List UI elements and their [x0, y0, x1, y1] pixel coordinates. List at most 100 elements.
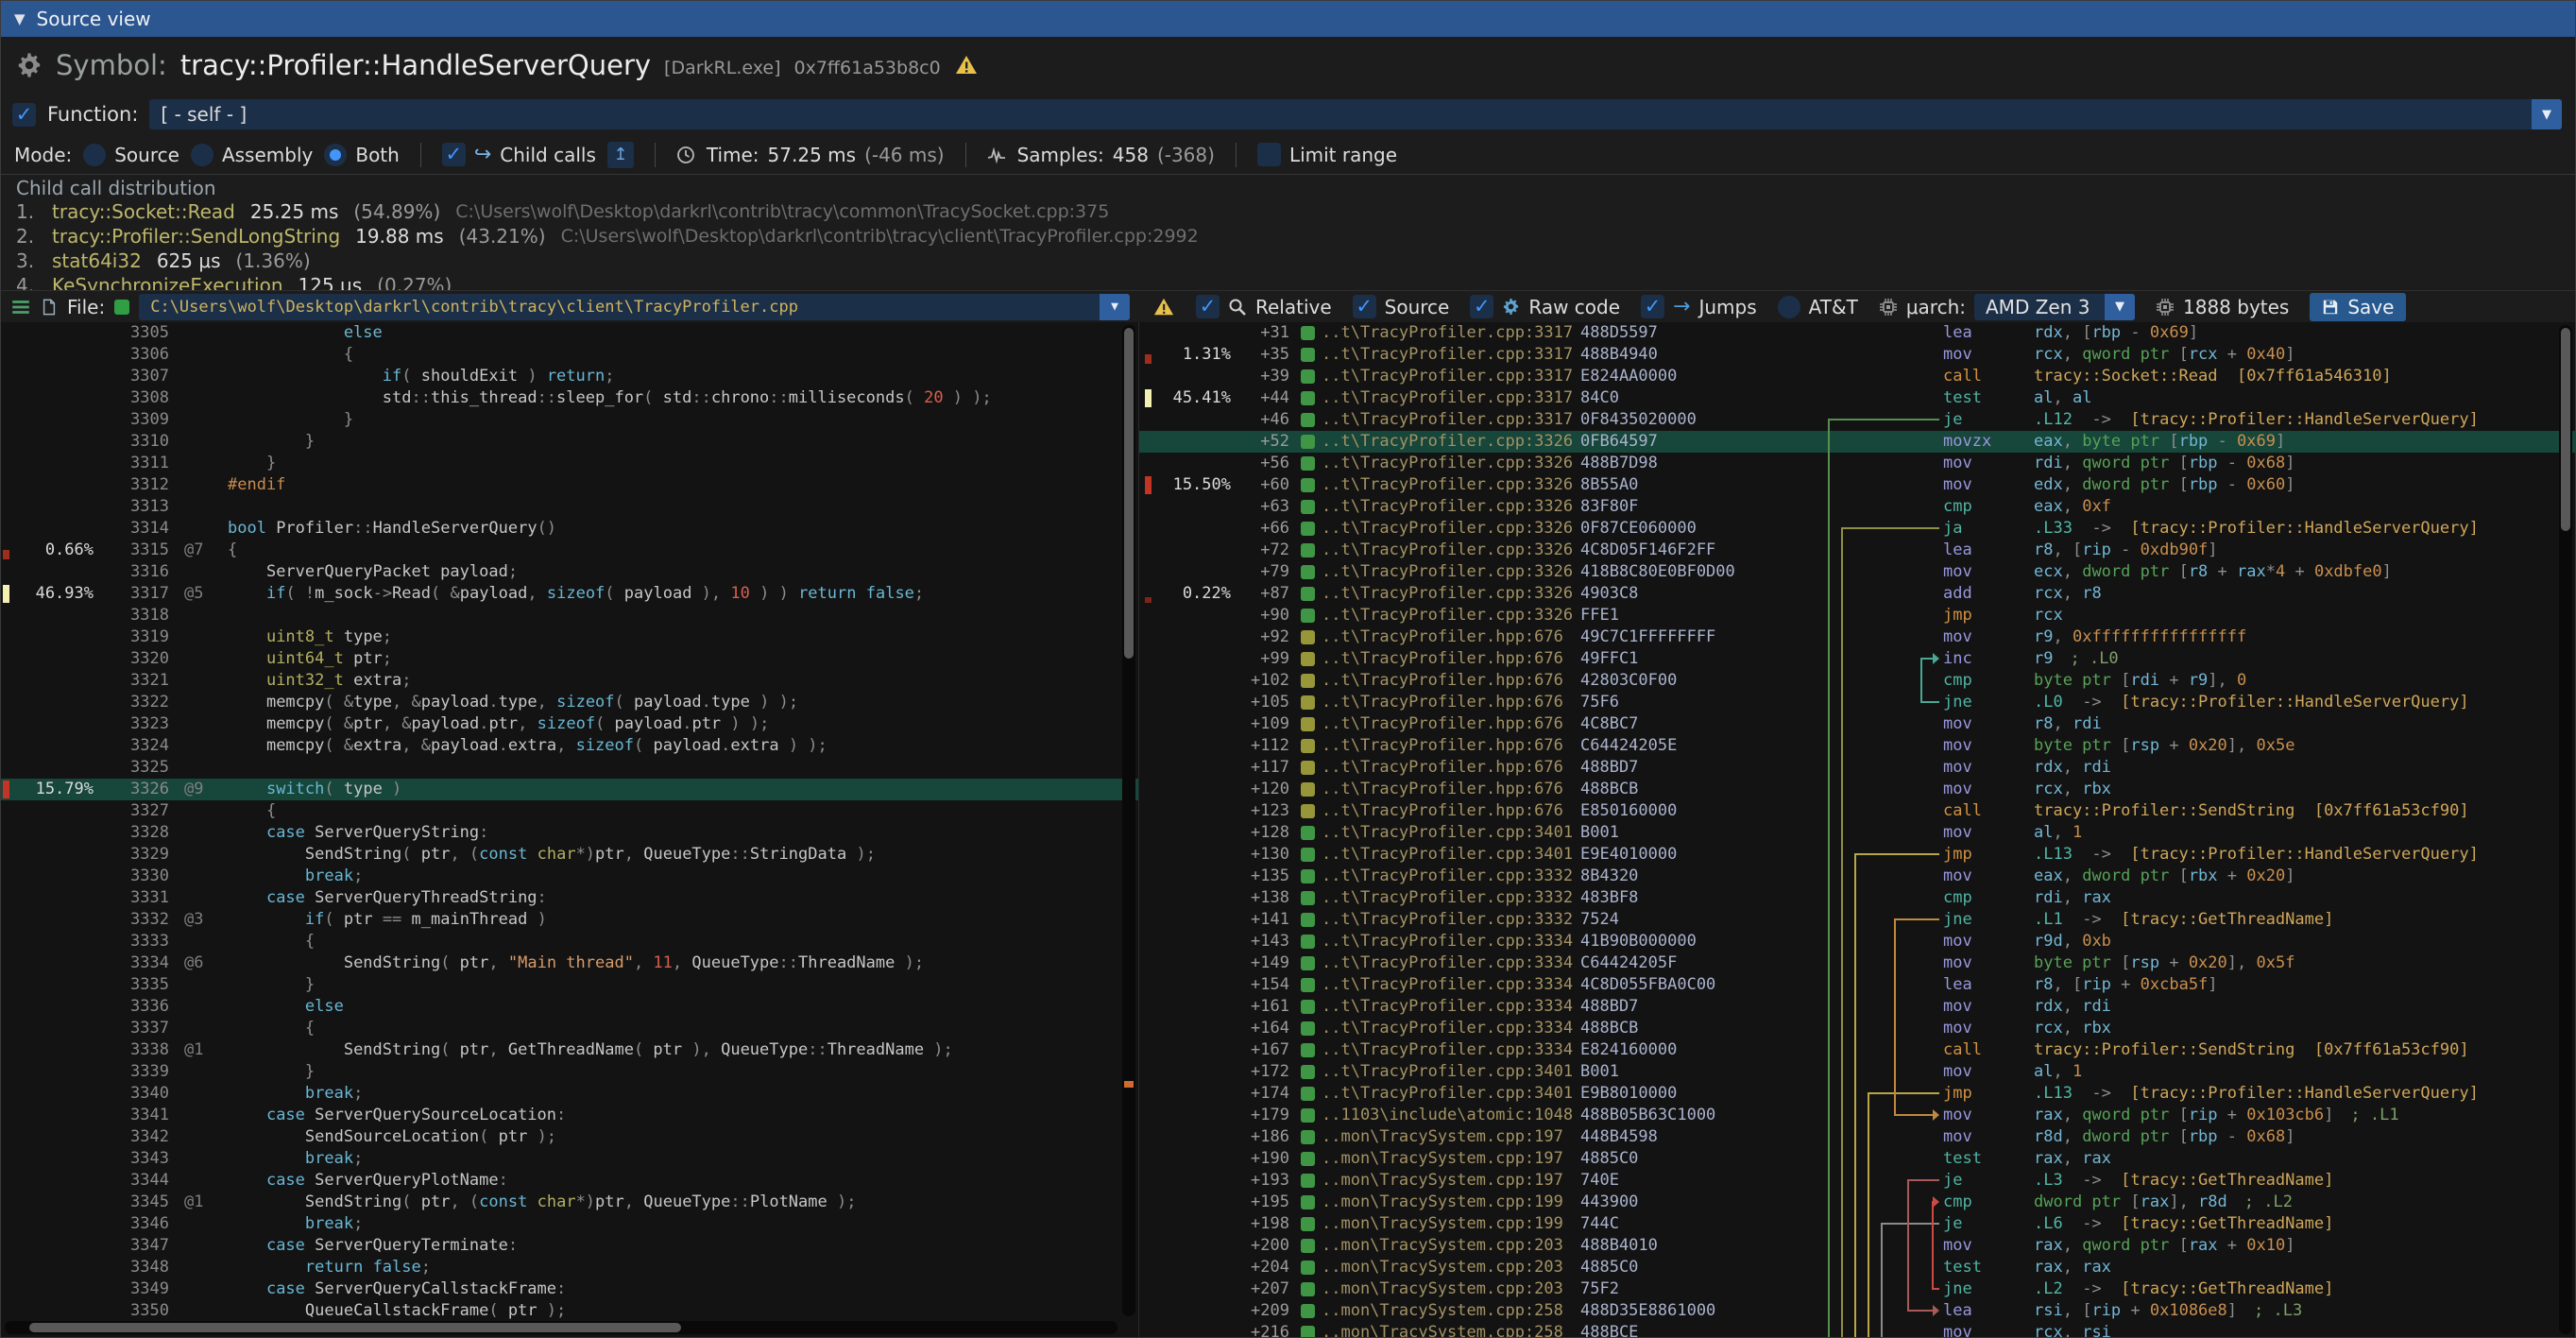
asm-srcloc[interactable]: ..t\TracyProfiler.hpp:676: [1301, 626, 1580, 648]
source-line[interactable]: 3335 }: [1, 974, 1138, 996]
asm-row[interactable]: +195..mon\TracySystem.cpp:199443900cmpdw…: [1139, 1192, 2575, 1213]
file-path-combo[interactable]: C:\Users\wolf\Desktop\darkrl\contrib\tra…: [139, 294, 1130, 320]
asm-srcloc[interactable]: ..t\TracyProfiler.hpp:676: [1301, 692, 1580, 713]
source-line[interactable]: 3329 SendString( ptr, (const char*)ptr, …: [1, 844, 1138, 866]
chevron-down-icon[interactable]: ▼: [1100, 294, 1130, 320]
child-call-name[interactable]: stat64i32: [52, 249, 142, 273]
source-line[interactable]: 3311 }: [1, 453, 1138, 474]
source-line[interactable]: 3319 uint8_t type;: [1, 626, 1138, 648]
jumps-checkbox[interactable]: ✓: [1641, 295, 1664, 318]
asm-row[interactable]: +207..mon\TracySystem.cpp:20375F2jne.L2 …: [1139, 1278, 2575, 1300]
asm-row[interactable]: +63..t\TracyProfiler.cpp:332683F80Fcmpea…: [1139, 496, 2575, 518]
source-line[interactable]: 3340 break;: [1, 1083, 1138, 1105]
source-line[interactable]: 3327 {: [1, 800, 1138, 822]
radio-both[interactable]: Both: [324, 144, 399, 166]
asm-row[interactable]: +123..t\TracyProfiler.hpp:676E850160000c…: [1139, 800, 2575, 822]
asm-srcloc[interactable]: ..mon\TracySystem.cpp:203: [1301, 1235, 1580, 1257]
function-checkbox[interactable]: ✓: [12, 103, 36, 127]
source-line[interactable]: 3309 }: [1, 409, 1138, 431]
source-line[interactable]: 3339 }: [1, 1061, 1138, 1083]
asm-srcloc[interactable]: ..mon\TracySystem.cpp:199: [1301, 1213, 1580, 1235]
source-line[interactable]: 3310 }: [1, 431, 1138, 453]
asm-row[interactable]: +149..t\TracyProfiler.cpp:3334C64424205F…: [1139, 952, 2575, 974]
att-toggle[interactable]: AT&T: [1778, 296, 1858, 318]
asm-srcloc[interactable]: ..t\TracyProfiler.cpp:3317: [1301, 387, 1580, 409]
asm-srcloc[interactable]: ..t\TracyProfiler.cpp:3317: [1301, 409, 1580, 431]
asm-srcloc[interactable]: ..t\TracyProfiler.hpp:676: [1301, 779, 1580, 800]
asm-row[interactable]: +128..t\TracyProfiler.cpp:3401B001moval,…: [1139, 822, 2575, 844]
asm-row[interactable]: +172..t\TracyProfiler.cpp:3401B001moval,…: [1139, 1061, 2575, 1083]
source-line[interactable]: 46.93%3317@5 if( !m_sock->Read( &payload…: [1, 583, 1138, 605]
source-line[interactable]: 3324 memcpy( &extra, &payload.extra, siz…: [1, 735, 1138, 757]
scrollbar-thumb[interactable]: [2561, 328, 2570, 531]
asm-srcloc[interactable]: ..t\TracyProfiler.hpp:676: [1301, 713, 1580, 735]
asm-row[interactable]: +105..t\TracyProfiler.hpp:67675F6jne.L0 …: [1139, 692, 2575, 713]
asm-row[interactable]: +109..t\TracyProfiler.hpp:6764C8BC7movr8…: [1139, 713, 2575, 735]
asm-row[interactable]: 0.22%+87..t\TracyProfiler.cpp:33264903C8…: [1139, 583, 2575, 605]
source-toggle[interactable]: ✓ Source: [1353, 295, 1450, 318]
asm-srcloc[interactable]: ..t\TracyProfiler.cpp:3326: [1301, 540, 1580, 561]
asm-row[interactable]: +117..t\TracyProfiler.hpp:676488BD7movrd…: [1139, 757, 2575, 779]
source-line[interactable]: 3333 {: [1, 931, 1138, 952]
asm-row[interactable]: 1.31%+35..t\TracyProfiler.cpp:3317488B49…: [1139, 344, 2575, 366]
asm-srcloc[interactable]: ..t\TracyProfiler.cpp:3326: [1301, 496, 1580, 518]
asm-row[interactable]: +209..mon\TracySystem.cpp:258488D35E8861…: [1139, 1300, 2575, 1322]
relative-toggle[interactable]: ✓ Relative: [1196, 295, 1332, 318]
assembly-vertical-scrollbar[interactable]: [2559, 325, 2572, 1334]
asm-srcloc[interactable]: ..t\TracyProfiler.cpp:3334: [1301, 996, 1580, 1018]
asm-row[interactable]: +193..mon\TracySystem.cpp:197740Eje.L3 -…: [1139, 1170, 2575, 1192]
source-line[interactable]: 3307 if( shouldExit ) return;: [1, 366, 1138, 387]
asm-row[interactable]: +120..t\TracyProfiler.hpp:676488BCBmovrc…: [1139, 779, 2575, 800]
radio-source-circle[interactable]: [83, 144, 106, 166]
source-horizontal-scrollbar[interactable]: [5, 1321, 1117, 1334]
raw-code-toggle[interactable]: ✓ Raw code: [1470, 295, 1620, 318]
asm-row[interactable]: +141..t\TracyProfiler.cpp:33327524jne.L1…: [1139, 909, 2575, 931]
asm-srcloc[interactable]: ..mon\TracySystem.cpp:197: [1301, 1148, 1580, 1170]
child-call-name[interactable]: tracy::Socket::Read: [52, 199, 235, 224]
source-line[interactable]: 3330 break;: [1, 866, 1138, 887]
source-line[interactable]: 3321 uint32_t extra;: [1, 670, 1138, 692]
asm-srcloc[interactable]: ..t\TracyProfiler.cpp:3326: [1301, 518, 1580, 540]
asm-srcloc[interactable]: ..t\TracyProfiler.cpp:3401: [1301, 1061, 1580, 1083]
source-line[interactable]: 3325: [1, 757, 1138, 779]
source-line[interactable]: 3313: [1, 496, 1138, 518]
asm-row[interactable]: +92..t\TracyProfiler.hpp:67649C7C1FFFFFF…: [1139, 626, 2575, 648]
asm-srcloc[interactable]: ..t\TracyProfiler.cpp:3334: [1301, 952, 1580, 974]
scrollbar-thumb[interactable]: [29, 1323, 681, 1332]
asm-srcloc[interactable]: ..t\TracyProfiler.cpp:3326: [1301, 605, 1580, 626]
asm-row[interactable]: +216..mon\TracySystem.cpp:258488BCEmovrc…: [1139, 1322, 2575, 1337]
asm-srcloc[interactable]: ..mon\TracySystem.cpp:258: [1301, 1300, 1580, 1322]
asm-row[interactable]: +52..t\TracyProfiler.cpp:33260FB64597mov…: [1139, 431, 2575, 453]
asm-row[interactable]: +90..t\TracyProfiler.cpp:3326FFE1jmprcx: [1139, 605, 2575, 626]
scrollbar-thumb[interactable]: [1124, 328, 1134, 659]
source-line[interactable]: 3314bool Profiler::HandleServerQuery(): [1, 518, 1138, 540]
limit-range-checkbox[interactable]: ✓: [1257, 143, 1281, 166]
asm-srcloc[interactable]: ..t\TracyProfiler.hpp:676: [1301, 648, 1580, 670]
source-line[interactable]: 3336 else: [1, 996, 1138, 1018]
raw-code-checkbox[interactable]: ✓: [1470, 295, 1493, 318]
asm-row[interactable]: +164..t\TracyProfiler.cpp:3334488BCBmovr…: [1139, 1018, 2575, 1039]
asm-row[interactable]: +204..mon\TracySystem.cpp:2034885C0testr…: [1139, 1257, 2575, 1278]
asm-row[interactable]: 45.41%+44..t\TracyProfiler.cpp:331784C0t…: [1139, 387, 2575, 409]
source-line[interactable]: 3345@1 SendString( ptr, (const char*)ptr…: [1, 1192, 1138, 1213]
asm-srcloc[interactable]: ..1103\include\atomic:1048: [1301, 1105, 1580, 1126]
asm-srcloc[interactable]: ..t\TracyProfiler.cpp:3326: [1301, 561, 1580, 583]
asm-row[interactable]: +161..t\TracyProfiler.cpp:3334488BD7movr…: [1139, 996, 2575, 1018]
radio-source[interactable]: Source: [83, 144, 179, 166]
source-vertical-scrollbar[interactable]: [1122, 325, 1135, 1316]
uarch-select[interactable]: AMD Zen 3 ▼: [1974, 294, 2135, 320]
asm-srcloc[interactable]: ..t\TracyProfiler.hpp:676: [1301, 800, 1580, 822]
att-radio[interactable]: [1778, 296, 1800, 318]
source-line[interactable]: 3323 memcpy( &ptr, &payload.ptr, sizeof(…: [1, 713, 1138, 735]
source-line[interactable]: 3305 else: [1, 322, 1138, 344]
function-combo[interactable]: [ - self - ] ▼: [149, 99, 2562, 129]
collapse-icon[interactable]: ▼: [14, 10, 26, 27]
asm-srcloc[interactable]: ..t\TracyProfiler.cpp:3332: [1301, 866, 1580, 887]
asm-row[interactable]: +186..mon\TracySystem.cpp:197448B4598mov…: [1139, 1126, 2575, 1148]
asm-srcloc[interactable]: ..t\TracyProfiler.cpp:3326: [1301, 583, 1580, 605]
source-line[interactable]: 3348 return false;: [1, 1257, 1138, 1278]
asm-srcloc[interactable]: ..t\TracyProfiler.hpp:676: [1301, 735, 1580, 757]
asm-srcloc[interactable]: ..t\TracyProfiler.cpp:3334: [1301, 1018, 1580, 1039]
child-call-name[interactable]: tracy::Profiler::SendLongString: [52, 224, 340, 249]
asm-srcloc[interactable]: ..t\TracyProfiler.cpp:3326: [1301, 474, 1580, 496]
